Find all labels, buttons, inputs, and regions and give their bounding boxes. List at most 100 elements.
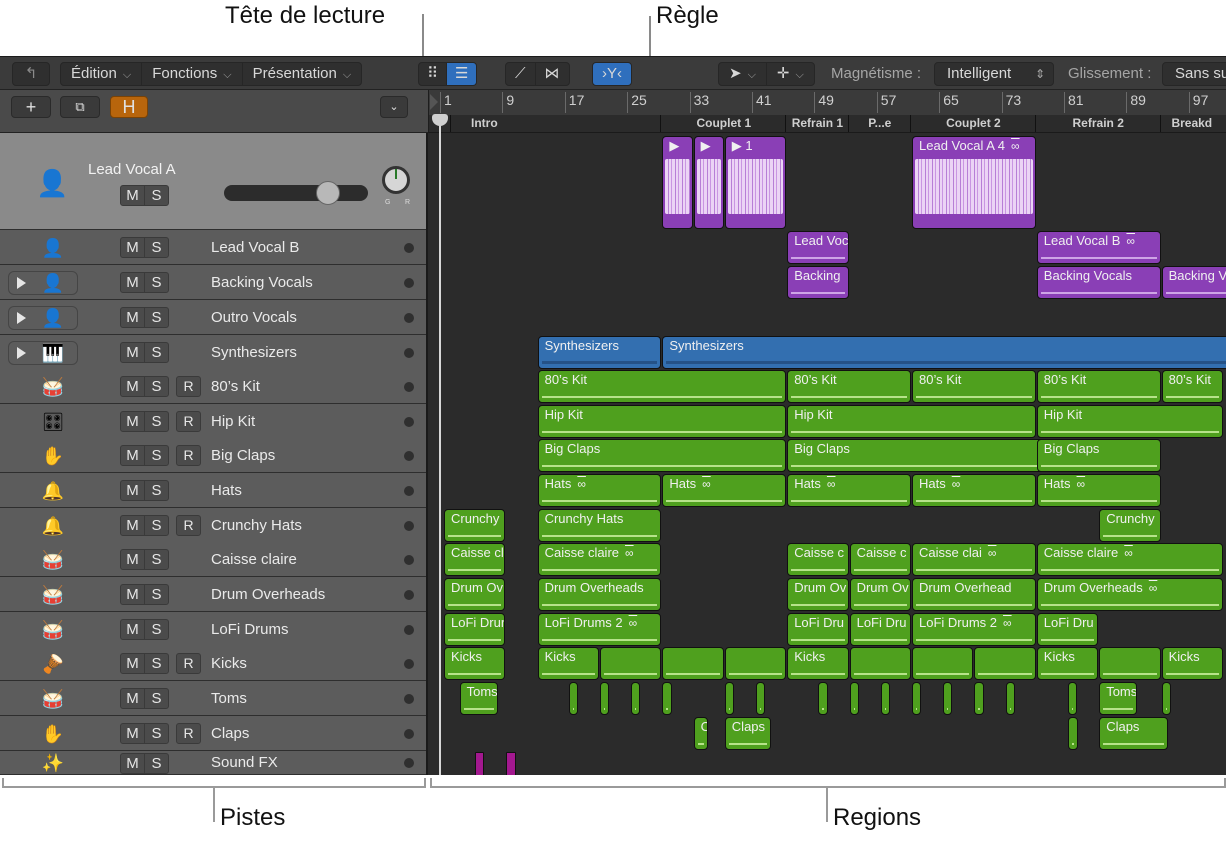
region[interactable] (568, 682, 578, 715)
region[interactable]: Hats ∞ (537, 474, 662, 507)
mute-button[interactable]: M (121, 516, 145, 535)
region[interactable]: Hip Kit (787, 405, 1036, 438)
flex-button[interactable]: ⋈ (536, 63, 569, 85)
region[interactable]: Hip Kit (1036, 405, 1223, 438)
region[interactable] (943, 682, 953, 715)
volume-slider-thumb[interactable] (315, 181, 340, 205)
region[interactable]: LoFi Dru (849, 613, 911, 646)
track-row[interactable]: 🥁 M S R 80’s Kit (0, 369, 426, 404)
region[interactable] (880, 682, 890, 715)
solo-button[interactable]: S (145, 273, 168, 292)
marker[interactable]: Couplet 1 (660, 115, 786, 132)
region[interactable]: Caisse c (849, 543, 911, 576)
track-row[interactable]: ✋ M S R Big Claps (0, 438, 426, 473)
region[interactable]: LoFi Drums 2 ∞ (537, 613, 662, 646)
region[interactable]: 80’s Kit (537, 370, 787, 403)
region[interactable]: Crunchy (444, 509, 506, 542)
add-track-button[interactable]: + (11, 96, 51, 118)
region[interactable] (631, 682, 641, 715)
region[interactable]: Caisse cl (444, 543, 506, 576)
record-enable-button[interactable]: R (176, 653, 201, 674)
marker[interactable]: P...e (847, 115, 911, 132)
mute-button[interactable]: M (121, 689, 145, 708)
region[interactable]: Big Claps (537, 439, 787, 472)
region[interactable]: Lead Voc (787, 231, 849, 264)
solo-button[interactable]: S (145, 308, 168, 327)
solo-button[interactable]: S (145, 377, 168, 396)
record-enable-button[interactable]: R (176, 515, 201, 536)
ruler[interactable]: 1 9 17 25 33 41 49 57 65 73 81 89 97 (428, 90, 1226, 115)
track-row[interactable]: 🔔 M S R Crunchy Hats (0, 508, 426, 543)
region[interactable]: Big Claps (1036, 439, 1161, 472)
region[interactable]: Backing Vocals (1036, 266, 1161, 299)
marker[interactable]: Breakd (1159, 115, 1223, 132)
region[interactable]: ▶ (693, 136, 724, 229)
region[interactable] (912, 647, 974, 680)
region[interactable] (1005, 682, 1015, 715)
region[interactable]: ▶ (662, 136, 693, 229)
track-row[interactable]: 🔔 M S Hats (0, 473, 426, 508)
region[interactable] (756, 682, 766, 715)
mute-button[interactable]: M (121, 550, 145, 569)
region[interactable] (600, 682, 610, 715)
back-button[interactable]: ↰ (12, 62, 50, 86)
solo-button[interactable]: S (145, 481, 168, 500)
hide-tracks-button[interactable]: H (110, 96, 148, 118)
marker[interactable]: Couplet 2 (910, 115, 1036, 132)
region[interactable] (1161, 682, 1171, 715)
mute-button[interactable]: M (121, 753, 145, 773)
track-row[interactable]: ✋ M S R Claps (0, 716, 426, 751)
region[interactable] (1068, 717, 1078, 750)
list-view-button[interactable]: ☰ (447, 63, 477, 85)
region[interactable] (1099, 647, 1161, 680)
solo-button[interactable]: S (145, 446, 168, 465)
region[interactable]: Backing (787, 266, 849, 299)
region[interactable] (1068, 682, 1078, 715)
mute-button[interactable]: M (121, 620, 145, 639)
track-row[interactable]: 🥁 M S Caisse claire (0, 542, 426, 577)
track-row[interactable]: 🎹 M S Synthesizers (0, 335, 426, 370)
region[interactable]: Crunchy Hats (537, 509, 662, 542)
track-row[interactable]: 👤 Lead Vocal A M S G R (0, 133, 426, 230)
region[interactable] (724, 647, 787, 680)
region[interactable]: Toms (459, 682, 498, 715)
mute-button[interactable]: M (121, 654, 145, 673)
record-enable-button[interactable]: R (176, 723, 201, 744)
region[interactable]: Synthesizers (537, 336, 662, 369)
region[interactable]: 80’s Kit (912, 370, 1036, 403)
menu-presentation[interactable]: Présentation ⌵ (243, 63, 362, 85)
solo-button[interactable]: S (145, 654, 168, 673)
region[interactable]: Hats ∞ (662, 474, 787, 507)
region[interactable]: LoFi Dru (1036, 613, 1099, 646)
grid-view-button[interactable]: ⠿ (419, 63, 447, 85)
snap-select[interactable]: Intelligent ⇕ (934, 62, 1054, 86)
region[interactable]: Synthesizers (662, 336, 1226, 369)
region[interactable] (912, 682, 922, 715)
region[interactable]: Drum Ov (849, 578, 911, 611)
mute-button[interactable]: M (121, 273, 145, 292)
catch-playhead-button[interactable]: ›Y‹ (592, 62, 632, 86)
pan-knob[interactable] (382, 166, 410, 194)
region[interactable] (662, 682, 672, 715)
solo-button[interactable]: S (145, 585, 168, 604)
solo-button[interactable]: S (145, 412, 168, 431)
region[interactable]: LoFi Drums 2 ∞ (912, 613, 1036, 646)
duplicate-track-button[interactable]: ⧉ (60, 96, 100, 118)
region[interactable]: Drum Ov (444, 578, 506, 611)
menu-edition[interactable]: Édition ⌵ (61, 63, 143, 85)
marker[interactable]: Intro (450, 115, 660, 132)
region[interactable] (974, 682, 984, 715)
mute-button[interactable]: M (121, 186, 145, 205)
region[interactable]: Caisse claire ∞ (1036, 543, 1223, 576)
region[interactable]: C (693, 717, 709, 750)
marquee-tool-button[interactable]: ✛ ⌵ (767, 63, 814, 85)
region[interactable]: ▶ 1 (724, 136, 787, 229)
region[interactable]: Backing V (1161, 266, 1226, 299)
mute-button[interactable]: M (121, 585, 145, 604)
region[interactable]: Hats ∞ (787, 474, 911, 507)
solo-button[interactable]: S (145, 516, 168, 535)
mute-button[interactable]: M (121, 481, 145, 500)
region[interactable]: Drum Overheads ∞ (1036, 578, 1223, 611)
record-enable-button[interactable]: R (176, 376, 201, 397)
solo-button[interactable]: S (145, 724, 168, 743)
